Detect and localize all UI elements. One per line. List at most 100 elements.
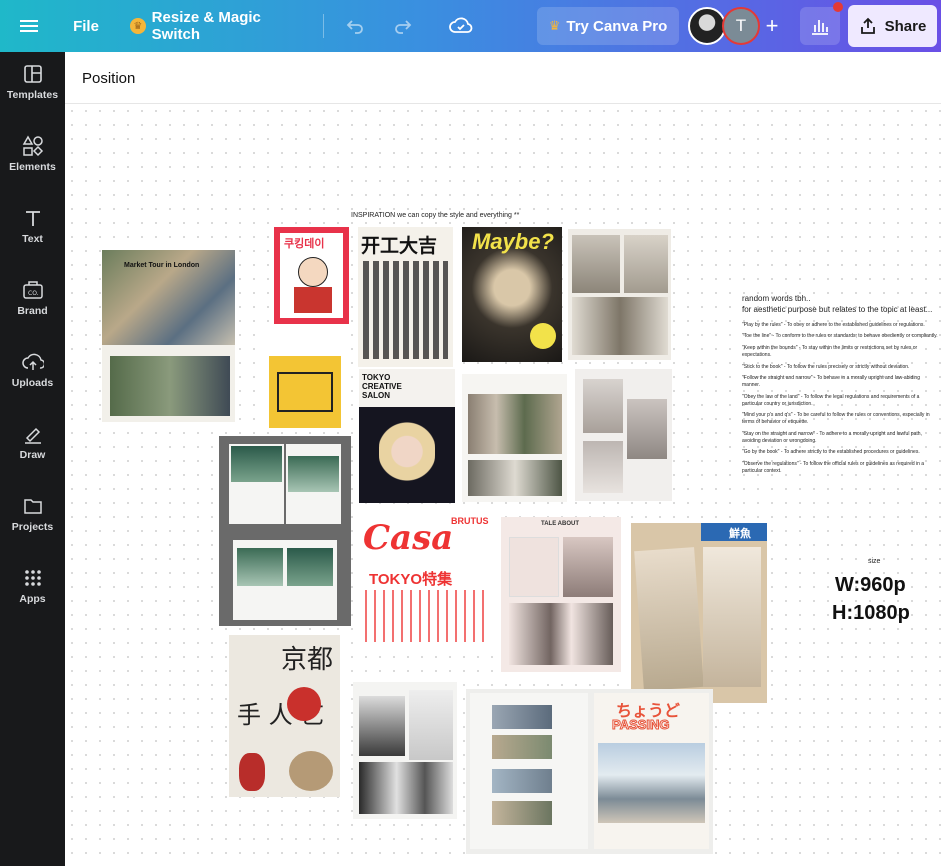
moodboard-image-monochrome-fashion[interactable] xyxy=(353,682,457,819)
uploads-icon xyxy=(21,351,44,373)
notes-line: "Keep within the bounds" - To stay withi… xyxy=(742,345,918,358)
brand-icon: CO. xyxy=(22,279,44,301)
sidebar-item-label: Text xyxy=(22,233,43,245)
try-pro-label: Try Canva Pro xyxy=(566,17,668,35)
notes-line: "Observe the regulations" - To follow th… xyxy=(742,461,925,474)
magazine-title: 京都 xyxy=(281,645,334,675)
notes-line: "Mind your p's and q's" - To be careful … xyxy=(742,412,930,426)
panel-title: Position xyxy=(82,70,136,87)
magazine-headline: PASSING xyxy=(612,717,671,733)
top-toolbar: File ♛ Resize & Magic Switch ♛ Try Canva… xyxy=(0,0,941,52)
moodboard-image-kyoto-craftsman[interactable]: 京都 手 人 艺 xyxy=(229,635,340,797)
sidebar-item-apps[interactable]: Apps xyxy=(0,556,65,616)
sidebar-item-label: Draw xyxy=(19,449,46,461)
undo-button[interactable] xyxy=(340,0,370,52)
magazine-title: 鮮魚 xyxy=(729,528,751,540)
moodboard-image-yellow-illustration[interactable] xyxy=(265,332,345,432)
crown-icon: ♛ xyxy=(548,18,561,33)
moodboard-image-korean-cover[interactable]: 쿠킹데이 xyxy=(274,227,349,324)
moodboard-image-fashion-travel[interactable] xyxy=(462,374,567,502)
try-canva-pro-button[interactable]: ♛ Try Canva Pro xyxy=(537,7,679,45)
bar-chart-icon xyxy=(812,20,828,35)
moodboard-image-casa-brutus[interactable]: BRUTUS Casa TOKYO特集 xyxy=(359,512,495,645)
notes-text-block[interactable]: random words tbh.. for aesthetic purpose… xyxy=(742,294,938,480)
sidebar-item-label: Templates xyxy=(6,89,59,101)
redo-button[interactable] xyxy=(388,0,418,52)
sidebar-item-brand[interactable]: CO. Brand xyxy=(0,268,65,328)
moodboard-image-tokyo-creative-salon[interactable]: TOKYO CREATIVE SALON xyxy=(359,369,455,503)
resize-magic-switch-button[interactable]: ♛ Resize & Magic Switch xyxy=(130,0,310,52)
position-panel-header: Position xyxy=(65,52,941,104)
moodboard-image-lookbook-grid[interactable] xyxy=(568,229,671,360)
sidebar-item-elements[interactable]: Elements xyxy=(0,124,65,184)
notes-line: "Follow the straight and narrow" - To be… xyxy=(742,375,920,389)
redo-icon xyxy=(395,20,412,34)
magazine-title: Casa xyxy=(363,518,454,558)
notes-line: "Stick to the book" - To follow the rule… xyxy=(742,363,910,370)
file-label: File xyxy=(73,17,99,35)
magazine-subtitle: BRUTUS xyxy=(451,516,489,526)
sidebar-item-draw[interactable]: Draw xyxy=(0,412,65,472)
inspiration-caption[interactable]: INSPIRATION we can copy the style and ev… xyxy=(351,212,519,219)
hamburger-icon xyxy=(20,17,38,35)
share-button[interactable]: Share xyxy=(848,5,937,47)
undo-icon xyxy=(346,20,363,34)
sidebar-item-label: Apps xyxy=(19,593,46,605)
sidebar-item-label: Projects xyxy=(11,521,54,533)
width-label[interactable]: W:960p xyxy=(835,574,906,597)
add-collaborator-button[interactable]: + xyxy=(760,0,784,52)
magazine-title: 开工大吉 xyxy=(361,236,438,257)
notes-line: "Toe the line" - To conform to the rules… xyxy=(742,333,938,340)
moodboard-image-maybe-magazine[interactable]: Maybe? xyxy=(462,227,562,362)
collaborator-avatar[interactable] xyxy=(688,7,726,45)
notes-line: "Stay on the straight and narrow" - To a… xyxy=(742,430,922,444)
size-caption[interactable]: size xyxy=(868,558,880,565)
magazine-title: Maybe? xyxy=(472,229,554,254)
notification-dot xyxy=(833,2,843,12)
insights-button[interactable] xyxy=(800,7,840,45)
moodboard-image-pale-lookbook[interactable] xyxy=(575,369,672,501)
resize-label: Resize & Magic Switch xyxy=(151,9,261,43)
left-sidebar: Templates Elements Text CO. Brand Upload… xyxy=(0,52,65,866)
notes-line: "Go by the book" - To adhere strictly to… xyxy=(742,449,920,456)
magazine-title: 쿠킹데이 xyxy=(284,238,325,250)
sidebar-item-templates[interactable]: Templates xyxy=(0,52,65,112)
magazine-title: Market Tour in London xyxy=(124,262,200,269)
draw-icon xyxy=(22,423,44,445)
plus-icon: + xyxy=(765,13,779,38)
moodboard-image-forest-booklet[interactable] xyxy=(219,436,351,626)
notes-title: random words tbh.. xyxy=(742,294,811,303)
share-label: Share xyxy=(884,17,927,35)
file-menu-button[interactable]: File xyxy=(68,0,104,52)
sidebar-item-projects[interactable]: Projects xyxy=(0,484,65,544)
moodboard-image-tale-about[interactable]: TALE ABOUT xyxy=(501,517,621,672)
crown-icon: ♛ xyxy=(130,18,146,34)
magazine-headline: TOKYO特集 xyxy=(369,571,453,588)
moodboard-image-magazine-photo[interactable]: 鮮魚 xyxy=(631,523,767,703)
cloud-check-icon xyxy=(449,17,473,33)
moodboard-image-passing-spread[interactable]: ちょうど PASSING xyxy=(466,689,713,854)
elements-icon xyxy=(22,135,44,157)
moodboard-image-kaiko-poster[interactable]: 开工大吉 xyxy=(358,227,453,367)
moodboard-image-london-market[interactable]: Market Tour in London xyxy=(102,250,235,422)
toolbar-divider xyxy=(323,14,324,38)
text-icon xyxy=(22,207,44,229)
notes-line: "Obey the law of the land" - To follow t… xyxy=(742,393,920,407)
sidebar-item-text[interactable]: Text xyxy=(0,196,65,256)
menu-button[interactable] xyxy=(14,0,44,52)
notes-line: "Play by the rules" - To obey or adhere … xyxy=(742,321,925,328)
design-canvas[interactable]: INSPIRATION we can copy the style and ev… xyxy=(65,104,941,866)
sidebar-item-label: Elements xyxy=(9,161,56,173)
folder-icon xyxy=(22,495,44,517)
user-avatar[interactable]: T xyxy=(722,7,760,45)
sidebar-item-uploads[interactable]: Uploads xyxy=(0,340,65,400)
share-icon xyxy=(860,17,875,34)
magazine-title: TOKYO CREATIVE SALON xyxy=(362,373,402,400)
magazine-title: TALE ABOUT xyxy=(541,521,579,527)
templates-icon xyxy=(22,63,44,85)
sidebar-item-label: Brand xyxy=(17,305,48,317)
height-label[interactable]: H:1080p xyxy=(832,602,910,625)
save-status-button[interactable] xyxy=(446,0,476,52)
svg-text:CO.: CO. xyxy=(28,290,39,297)
avatar-initial: T xyxy=(735,16,747,35)
